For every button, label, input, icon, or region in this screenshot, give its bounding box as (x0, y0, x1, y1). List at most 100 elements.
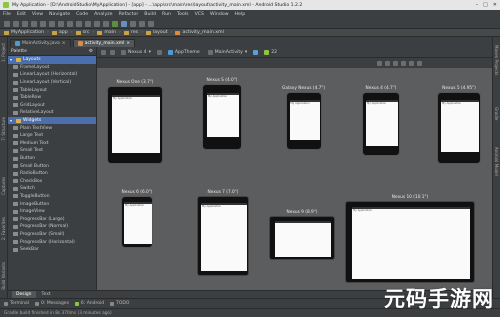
breadcrumb-item[interactable]: main (97, 30, 116, 35)
device-preview[interactable]: Nexus S (4.0") My Application (202, 78, 242, 150)
orientation-icon[interactable] (156, 49, 162, 55)
zoom-fit-icon[interactable] (377, 60, 382, 66)
menu-view[interactable]: View (32, 12, 43, 17)
cut-icon[interactable] (49, 20, 55, 27)
menu-vcs[interactable]: VCS (195, 12, 204, 17)
palette-item[interactable]: ProgressBar (Normal) (8, 223, 96, 231)
device-preview[interactable]: Nexus 7 (7.0") My Application (197, 190, 249, 276)
palette-toggle-icon[interactable] (101, 49, 106, 55)
tool-tab-structure[interactable]: 7: Structure (1, 117, 6, 141)
menu-run[interactable]: Run (162, 12, 171, 17)
close-tab-icon[interactable]: × (62, 41, 66, 46)
menu-navigate[interactable]: Navigate (49, 12, 70, 17)
globe-icon[interactable] (253, 49, 259, 55)
palette-item[interactable]: Small Button (8, 162, 96, 170)
zoom-in-icon[interactable] (393, 60, 398, 66)
tab-activity-main-xml[interactable]: activity_main.xml × (72, 39, 136, 47)
menu-refactor[interactable]: Refactor (119, 12, 139, 17)
forward-icon[interactable] (103, 20, 109, 27)
tool-tab-captures[interactable]: Captures (1, 177, 6, 195)
settings-icon[interactable]: ⚙ (89, 49, 93, 54)
device-preview[interactable]: Nexus One (3.7") My Application (107, 80, 163, 164)
activity-selector[interactable]: MainActivity ▾ (206, 49, 249, 55)
breadcrumb-item[interactable]: src (75, 30, 89, 35)
menu-code[interactable]: Code (76, 12, 88, 17)
open-icon[interactable] (4, 20, 10, 27)
avd-manager-icon[interactable] (139, 20, 145, 27)
palette-item[interactable]: ProgressBar (Horizontal) (8, 238, 96, 246)
copy-icon[interactable] (58, 20, 64, 27)
device-preview[interactable]: Nexus 5 (4.95") My Application (437, 86, 481, 164)
debug-icon[interactable] (121, 20, 127, 27)
run-icon[interactable] (112, 20, 118, 27)
palette-group[interactable]: ▾ Layouts (8, 56, 96, 64)
palette-item[interactable]: ToggleButton (8, 193, 96, 201)
palette-item[interactable]: Button (8, 155, 96, 163)
save-icon[interactable] (13, 20, 19, 27)
render-settings-icon[interactable] (417, 60, 422, 66)
help-icon[interactable] (148, 20, 154, 27)
tool-tab-maven[interactable]: Maven Projects (494, 45, 499, 75)
menu-window[interactable]: Window (210, 12, 228, 17)
palette-item[interactable]: LinearLayout (Vertical) (8, 79, 96, 87)
palette-item[interactable]: Plain TextView (8, 124, 96, 132)
palette-item[interactable]: RadioButton (8, 170, 96, 178)
device-preview[interactable]: Nexus 10 (10.1") My Application (345, 195, 475, 283)
tab-mainactivity-java[interactable]: MainActivity.java × (10, 39, 71, 47)
palette-item[interactable]: ProgressBar (Large) (8, 215, 96, 223)
preview-icon[interactable] (110, 49, 115, 55)
tab-design[interactable]: Design (12, 291, 36, 298)
menu-help[interactable]: Help (235, 12, 246, 17)
device-selector[interactable]: Nexus 4 ▾ (119, 49, 153, 55)
minimize-button[interactable]: – (476, 2, 479, 8)
refresh-icon[interactable] (409, 60, 414, 66)
tool-window-android[interactable]: 6: Android (74, 301, 104, 306)
redo-icon[interactable] (40, 20, 46, 27)
zoom-out-icon[interactable] (401, 60, 406, 66)
theme-selector[interactable]: AppTheme (166, 49, 202, 55)
menu-file[interactable]: File (3, 12, 11, 17)
design-surface[interactable]: Nexus One (3.7") My Application Nexus S (4… (97, 68, 492, 290)
palette-item[interactable]: TableRow (8, 94, 96, 102)
palette-item[interactable]: Switch (8, 185, 96, 193)
back-icon[interactable] (94, 20, 100, 27)
close-tab-icon[interactable]: × (126, 41, 130, 46)
palette-item[interactable]: FrameLayout (8, 64, 96, 72)
tool-tab-build-variants[interactable]: Build Variants (1, 262, 6, 290)
device-preview[interactable]: Galaxy Nexus (4.7") My Application (282, 86, 325, 150)
palette-group[interactable]: ▾ Widgets (8, 116, 96, 125)
device-preview[interactable]: Nexus 4 (4.7") My Application (362, 86, 400, 156)
breadcrumb-item[interactable]: res (123, 30, 138, 35)
breadcrumb-item[interactable]: layout (145, 30, 168, 35)
breadcrumb-item[interactable]: app (51, 30, 68, 35)
breadcrumb-item[interactable]: MyApplication (4, 30, 44, 35)
tool-window-terminal[interactable]: Terminal (4, 301, 29, 306)
palette-item[interactable]: LinearLayout (Horizontal) (8, 71, 96, 79)
find-icon[interactable] (76, 20, 82, 27)
palette-item[interactable]: Large Text (8, 132, 96, 140)
sync-icon[interactable] (22, 20, 28, 27)
undo-icon[interactable] (31, 20, 37, 27)
palette-item[interactable]: ImageView (8, 208, 96, 216)
palette-item[interactable]: ImageButton (8, 200, 96, 208)
sdk-manager-icon[interactable] (130, 20, 136, 27)
palette-item[interactable]: GridLayout (8, 102, 96, 110)
breadcrumb-item[interactable]: activity_main.xml (175, 30, 224, 35)
tool-window-todo[interactable]: TODO (110, 301, 129, 306)
menu-edit[interactable]: Edit (17, 12, 26, 17)
menu-tools[interactable]: Tools (177, 12, 189, 17)
palette-item[interactable]: SeekBar (8, 246, 96, 254)
tool-tab-favorites[interactable]: 2: Favorites (1, 217, 6, 240)
close-button[interactable]: ✕ (493, 2, 497, 8)
palette-item[interactable]: RelativeLayout (8, 109, 96, 117)
palette-item[interactable]: CheckBox (8, 178, 96, 186)
tool-tab-project[interactable]: 1: Project (1, 43, 6, 62)
tool-tab-android-model[interactable]: Android Model (494, 147, 499, 176)
paste-icon[interactable] (67, 20, 73, 27)
palette-item[interactable]: Small Text (8, 147, 96, 155)
menu-analyze[interactable]: Analyze (94, 12, 112, 17)
palette-item[interactable]: ProgressBar (Small) (8, 231, 96, 239)
palette-item[interactable]: TableLayout (8, 86, 96, 94)
zoom-actual-icon[interactable] (385, 60, 390, 66)
menu-build[interactable]: Build (144, 12, 156, 17)
